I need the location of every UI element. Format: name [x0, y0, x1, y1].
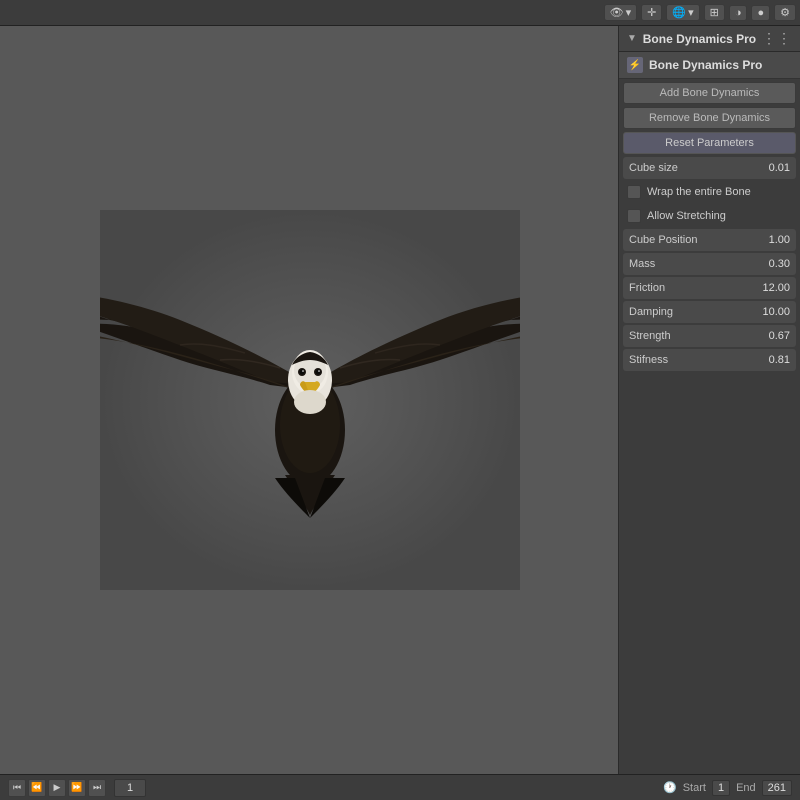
eye-icon: 👁 [610, 6, 624, 19]
clock-icon: 🕐 [663, 781, 677, 794]
cube-size-field[interactable]: Cube size 0.01 [623, 157, 796, 179]
wrap-bone-label: Wrap the entire Bone [647, 186, 751, 198]
sub-panel-header: ⚡ Bone Dynamics Pro [619, 52, 800, 79]
wrap-bone-checkbox[interactable] [627, 185, 641, 199]
field-label-5: Stifness [629, 354, 750, 366]
panel-menu-icon[interactable]: ⋮⋮ [762, 30, 792, 47]
full-circle-icon: ● [757, 7, 764, 19]
field-value-3: 10.00 [750, 306, 790, 318]
shading-half-btn[interactable]: ◑ [729, 5, 748, 21]
cursor-tool[interactable]: ✛ [641, 4, 662, 21]
field-value-5: 0.81 [750, 354, 790, 366]
step-back-button[interactable]: ⏪ [28, 779, 46, 797]
jump-start-button[interactable]: ⏮ [8, 779, 26, 797]
panel-section-main: ⚡ Bone Dynamics Pro Add Bone Dynamics Re… [619, 52, 800, 377]
panel-collapse-icon[interactable]: ▼ [627, 33, 637, 44]
gear-icon: ⚙ [780, 6, 790, 19]
field-row-stifness[interactable]: Stifness0.81 [623, 349, 796, 371]
globe-dropdown-arrow: ▾ [688, 6, 694, 19]
cube-size-value: 0.01 [750, 162, 790, 174]
dynamic-fields: Cube Position1.00Mass0.30Friction12.00Da… [619, 229, 800, 371]
bone-dynamics-icon: ⚡ [627, 57, 643, 73]
start-value[interactable]: 1 [712, 780, 730, 796]
field-row-cube-position[interactable]: Cube Position1.00 [623, 229, 796, 251]
current-frame-display[interactable]: 1 [114, 779, 146, 797]
field-row-damping[interactable]: Damping10.00 [623, 301, 796, 323]
field-row-strength[interactable]: Strength0.67 [623, 325, 796, 347]
panel-title: Bone Dynamics Pro [643, 32, 756, 46]
field-label-1: Mass [629, 258, 750, 270]
sub-panel-title: Bone Dynamics Pro [649, 58, 762, 72]
bottom-bar: ⏮ ⏪ ▶ ⏩ ⏭ 1 🕐 Start 1 End 261 [0, 774, 800, 800]
allow-stretching-checkbox[interactable] [627, 209, 641, 223]
globe-dropdown[interactable]: 🌐 ▾ [666, 4, 699, 21]
cube-size-label: Cube size [629, 162, 750, 174]
field-label-4: Strength [629, 330, 750, 342]
eagle-image [100, 210, 520, 590]
start-label: Start [683, 782, 706, 794]
grid-icon: ⊞ [710, 6, 719, 19]
field-value-4: 0.67 [750, 330, 790, 342]
play-button[interactable]: ▶ [48, 779, 66, 797]
right-panel: ▼ Bone Dynamics Pro ⋮⋮ ⚡ Bone Dynamics P… [618, 26, 800, 774]
field-label-3: Damping [629, 306, 750, 318]
cursor-icon: ✛ [647, 6, 656, 19]
settings-btn[interactable]: ⚙ [774, 4, 796, 21]
allow-stretching-row[interactable]: Allow Stretching [623, 205, 796, 227]
field-value-2: 12.00 [750, 282, 790, 294]
field-label-0: Cube Position [629, 234, 750, 246]
remove-bone-dynamics-button[interactable]: Remove Bone Dynamics [623, 107, 796, 129]
grid-btn[interactable]: ⊞ [704, 4, 725, 21]
globe-icon: 🌐 [672, 6, 686, 19]
playback-controls: ⏮ ⏪ ▶ ⏩ ⏭ [8, 779, 106, 797]
reset-parameters-button[interactable]: Reset Parameters [623, 132, 796, 154]
step-forward-button[interactable]: ⏩ [68, 779, 86, 797]
end-value[interactable]: 261 [762, 780, 792, 796]
field-value-0: 1.00 [750, 234, 790, 246]
end-label: End [736, 782, 756, 794]
allow-stretching-label: Allow Stretching [647, 210, 726, 222]
field-label-2: Friction [629, 282, 750, 294]
wrap-bone-row[interactable]: Wrap the entire Bone [623, 181, 796, 203]
view-dropdown[interactable]: 👁 ▾ [604, 4, 638, 21]
field-row-mass[interactable]: Mass0.30 [623, 253, 796, 275]
top-toolbar: 👁 ▾ ✛ 🌐 ▾ ⊞ ◑ ● ⚙ [0, 0, 800, 26]
field-row-friction[interactable]: Friction12.00 [623, 277, 796, 299]
add-bone-dynamics-button[interactable]: Add Bone Dynamics [623, 82, 796, 104]
shading-full-btn[interactable]: ● [751, 5, 770, 21]
timeline-info: 🕐 Start 1 End 261 [663, 780, 792, 796]
field-value-1: 0.30 [750, 258, 790, 270]
panel-header: ▼ Bone Dynamics Pro ⋮⋮ [619, 26, 800, 52]
jump-end-button[interactable]: ⏭ [88, 779, 106, 797]
eagle-viewport [0, 26, 620, 774]
view-dropdown-arrow: ▾ [626, 6, 632, 19]
viewport: ▼ Bone Dynamics Pro ⋮⋮ ⚡ Bone Dynamics P… [0, 26, 800, 774]
half-circle-icon: ◑ [735, 7, 742, 19]
